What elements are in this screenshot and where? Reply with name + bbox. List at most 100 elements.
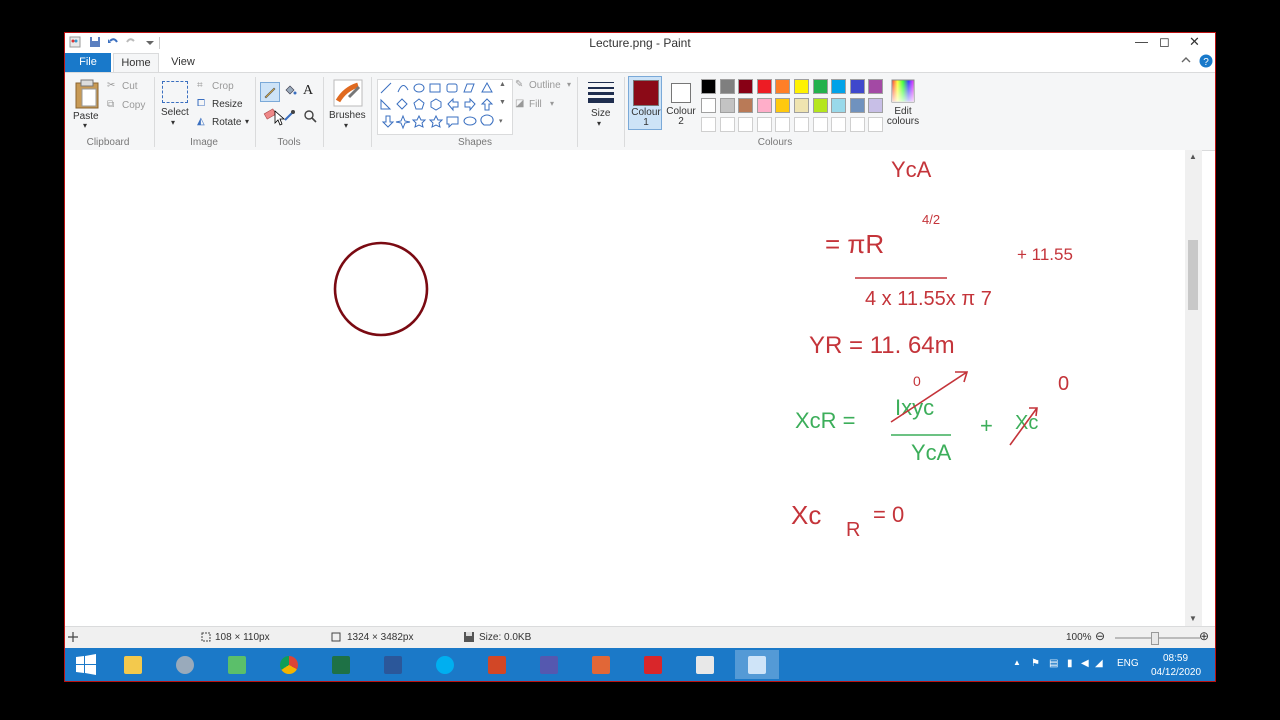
colour-swatch[interactable]	[775, 98, 791, 113]
taskbar-skype[interactable]	[423, 650, 467, 679]
clock[interactable]: 08:59 04/12/2020	[1151, 651, 1201, 679]
taskbar-powerpoint[interactable]	[475, 650, 519, 679]
colour-swatch[interactable]	[831, 98, 847, 113]
zoom-out-icon[interactable]: ⊖	[1095, 629, 1105, 643]
taskbar-matlab[interactable]	[579, 650, 623, 679]
colour-swatch[interactable]	[849, 79, 865, 94]
scroll-up-icon[interactable]: ▲	[1189, 152, 1197, 161]
taskbar-search[interactable]	[163, 650, 207, 679]
close-button[interactable]: ✕	[1189, 34, 1200, 50]
tab-home[interactable]: Home	[113, 53, 159, 72]
zoom-slider-thumb[interactable]	[1151, 632, 1159, 645]
taskbar-acrobat[interactable]	[631, 650, 675, 679]
vertical-scrollbar[interactable]: ▲ ▼	[1185, 150, 1202, 626]
colour1-button[interactable]: Colour 1	[628, 76, 662, 130]
shapes-scroll-down-icon[interactable]: ▼	[499, 99, 506, 106]
help-icon[interactable]: ?	[1199, 54, 1213, 71]
scrollbar-thumb[interactable]	[1188, 240, 1198, 310]
taskbar-paint[interactable]	[735, 650, 779, 679]
colour-swatch[interactable]	[812, 79, 828, 94]
taskbar-word[interactable]	[371, 650, 415, 679]
colour-swatch[interactable]	[719, 98, 735, 113]
edit-colours-button[interactable]: Edit colours	[884, 76, 922, 132]
colour-swatch[interactable]	[775, 79, 791, 94]
taskbar-chrome[interactable]	[267, 650, 311, 679]
maximize-button[interactable]: ◻	[1159, 34, 1170, 50]
outline-dropdown-icon[interactable]: ▾	[567, 80, 571, 89]
brushes-button[interactable]: Brushes ▾	[329, 77, 367, 130]
crop-button[interactable]: ⌗ Crop	[197, 80, 241, 94]
taskbar-excel[interactable]	[319, 650, 363, 679]
colour-swatch[interactable]	[719, 79, 735, 94]
colour-swatch[interactable]	[868, 79, 884, 94]
pencil-tool[interactable]	[260, 82, 280, 102]
scissors-icon: ✂	[107, 80, 116, 91]
colour2-button[interactable]: Colour 2	[665, 76, 699, 130]
zoom-in-icon[interactable]: ⊕	[1199, 629, 1209, 643]
show-hidden-icons[interactable]: ▲	[1013, 658, 1021, 667]
empty-colour-swatch[interactable]	[849, 117, 865, 132]
volume-icon[interactable]: ◀	[1081, 658, 1089, 669]
size-dropdown-icon[interactable]: ▾	[597, 119, 601, 128]
colour-swatch[interactable]	[756, 79, 772, 94]
shapes-gallery[interactable]	[377, 79, 513, 135]
magnifier-icon[interactable]	[303, 109, 317, 126]
empty-colour-swatch[interactable]	[831, 117, 847, 132]
rotate-button[interactable]: ◭ Rotate ▾	[197, 116, 253, 130]
taskbar-file-explorer[interactable]	[111, 650, 155, 679]
size-button[interactable]: Size ▾	[583, 77, 619, 133]
network-icon[interactable]: ▤	[1049, 658, 1058, 669]
empty-colour-swatch[interactable]	[794, 117, 809, 132]
empty-colour-swatch[interactable]	[775, 117, 791, 132]
colour-swatch[interactable]	[701, 98, 716, 113]
teams-icon	[540, 656, 558, 674]
text-tool-icon[interactable]: A	[303, 83, 313, 99]
empty-colour-swatch[interactable]	[738, 117, 754, 132]
colour-swatch[interactable]	[756, 98, 772, 113]
colour-swatch[interactable]	[738, 79, 754, 94]
drawing-canvas[interactable]: YcA = πR 4/2 + 11.55 4 x 11.55x π 7 YR =…	[65, 150, 1185, 626]
tab-view[interactable]: View	[163, 53, 203, 72]
colour-swatch[interactable]	[849, 98, 865, 113]
empty-colour-swatch[interactable]	[719, 117, 735, 132]
colour-swatch[interactable]	[831, 79, 847, 94]
paste-dropdown-icon[interactable]: ▾	[83, 121, 87, 130]
outline-button[interactable]: ✎ Outline ▾	[515, 79, 573, 93]
start-button[interactable]	[65, 650, 109, 679]
colour-swatch[interactable]	[812, 98, 828, 113]
select-button[interactable]: Select ▾	[159, 77, 191, 129]
colour-swatch[interactable]	[701, 79, 716, 94]
colour-swatch[interactable]	[794, 98, 809, 113]
empty-colour-swatch[interactable]	[812, 117, 828, 132]
empty-colour-swatch[interactable]	[701, 117, 716, 132]
taskbar-teams[interactable]	[527, 650, 571, 679]
zoom-slider[interactable]	[1115, 632, 1200, 645]
resize-button[interactable]: ⧠ Resize	[197, 98, 247, 112]
colour-swatch[interactable]	[794, 79, 809, 94]
language-indicator[interactable]: ENG	[1117, 658, 1139, 669]
tab-file[interactable]: File	[65, 53, 111, 72]
shapes-scroll-up-icon[interactable]: ▲	[499, 81, 506, 88]
rotate-dropdown-icon[interactable]: ▾	[245, 117, 249, 126]
select-dropdown-icon[interactable]: ▾	[171, 118, 175, 127]
copy-button[interactable]: ⧉ Copy	[107, 99, 151, 113]
taskbar-maps[interactable]	[215, 650, 259, 679]
fill-bucket-icon[interactable]	[283, 84, 297, 101]
colour-swatch[interactable]	[738, 98, 754, 113]
outline-pen-icon: ✎	[515, 79, 524, 90]
shapes-more-icon[interactable]: ▾	[499, 117, 503, 125]
action-flag-icon[interactable]: ⚑	[1031, 658, 1040, 669]
cut-button[interactable]: ✂ Cut	[107, 80, 147, 94]
colour2-label: Colour 2	[666, 106, 696, 127]
brushes-dropdown-icon[interactable]: ▾	[344, 121, 348, 130]
scroll-down-icon[interactable]: ▼	[1189, 614, 1197, 623]
wifi-icon[interactable]: ◢	[1095, 658, 1103, 669]
minimize-button[interactable]: —	[1135, 34, 1148, 49]
battery-icon[interactable]: ▮	[1067, 658, 1073, 669]
paste-button[interactable]: Paste ▾	[71, 77, 101, 130]
empty-colour-swatch[interactable]	[756, 117, 772, 132]
fill-dropdown-icon[interactable]: ▾	[550, 99, 554, 108]
minimize-ribbon-icon[interactable]	[1181, 55, 1191, 68]
taskbar-reader[interactable]	[683, 650, 727, 679]
fill-button[interactable]: ◪ Fill ▾	[515, 98, 555, 112]
